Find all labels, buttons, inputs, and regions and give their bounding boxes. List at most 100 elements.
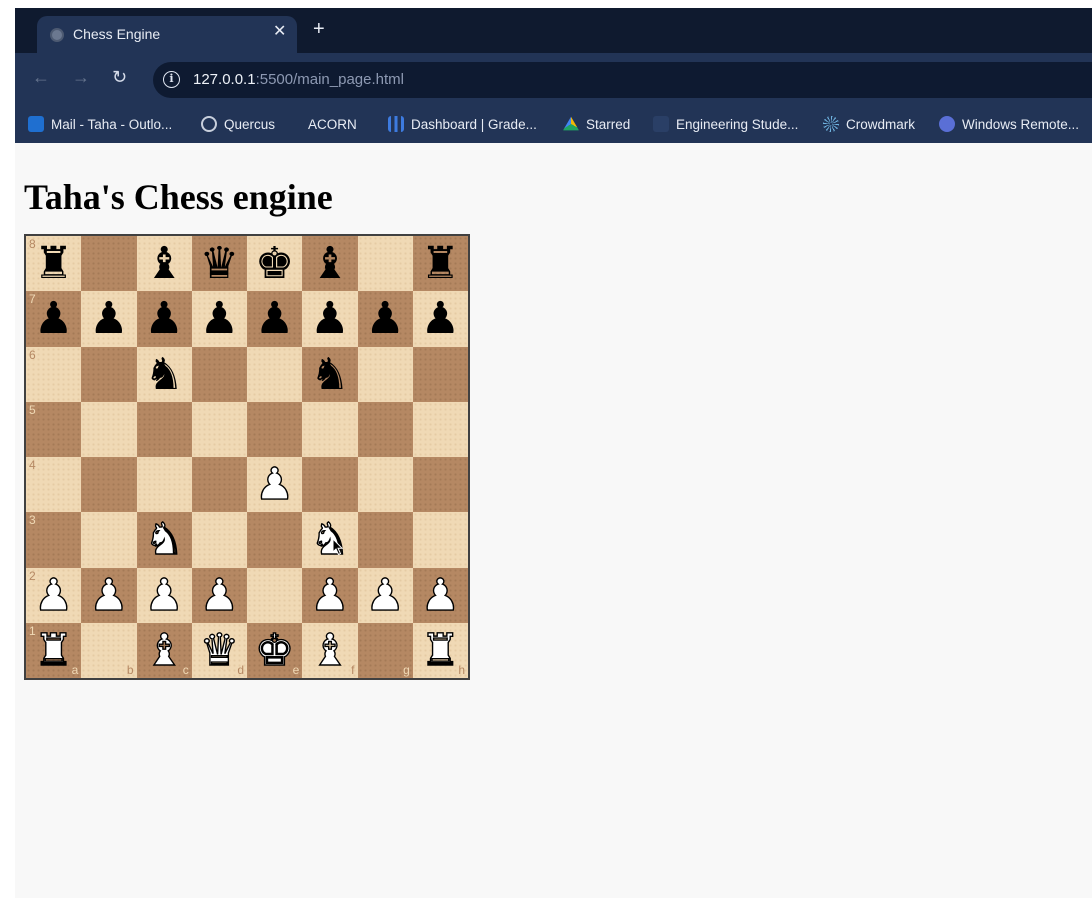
black-rook-icon[interactable]: ♜	[26, 236, 81, 291]
forward-button[interactable]: →	[72, 67, 90, 87]
black-rook-icon[interactable]: ♜	[413, 236, 468, 291]
white-pawn-icon[interactable]: ♟	[247, 457, 302, 512]
white-pawn-icon[interactable]: ♟	[137, 568, 192, 623]
square-g4[interactable]	[357, 457, 413, 513]
square-h4[interactable]	[412, 457, 468, 513]
bookmark-windows[interactable]: Windows Remote...	[939, 115, 1079, 133]
square-g3[interactable]	[357, 512, 413, 568]
white-pawn-icon[interactable]: ♟	[81, 568, 136, 623]
square-b4[interactable]	[81, 457, 137, 513]
square-c3[interactable]: ♞	[136, 512, 192, 568]
black-bishop-icon[interactable]: ♝	[302, 236, 357, 291]
bookmark-quercus[interactable]: Quercus	[201, 115, 275, 133]
square-a7[interactable]: 7 ♟	[26, 291, 82, 347]
square-e6[interactable]	[247, 346, 303, 402]
black-pawn-icon[interactable]: ♟	[137, 291, 192, 346]
square-c4[interactable]	[136, 457, 192, 513]
square-f5[interactable]	[302, 401, 358, 457]
tab-chess-engine[interactable]: Chess Engine ✕	[37, 16, 297, 53]
close-icon[interactable]: ✕	[273, 23, 286, 41]
square-b2[interactable]: ♟	[81, 567, 137, 623]
white-bishop-icon[interactable]: ♝	[302, 623, 357, 678]
white-bishop-icon[interactable]: ♝	[137, 623, 192, 678]
square-a6[interactable]: 6	[26, 346, 82, 402]
white-queen-icon[interactable]: ♛	[192, 623, 247, 678]
square-c1[interactable]: c ♝	[136, 622, 192, 678]
square-g6[interactable]	[357, 346, 413, 402]
white-king-icon[interactable]: ♚	[247, 623, 302, 678]
black-queen-icon[interactable]: ♛	[192, 236, 247, 291]
white-pawn-icon[interactable]: ♟	[413, 568, 468, 623]
bookmark-starred[interactable]: Starred	[563, 115, 630, 133]
back-button[interactable]: ←	[32, 67, 50, 87]
square-h5[interactable]	[412, 401, 468, 457]
square-d8[interactable]: ♛	[191, 236, 247, 292]
square-b5[interactable]	[81, 401, 137, 457]
square-h7[interactable]: ♟	[412, 291, 468, 347]
white-knight-icon[interactable]: ♞	[137, 512, 192, 567]
square-g7[interactable]: ♟	[357, 291, 413, 347]
white-pawn-icon[interactable]: ♟	[358, 568, 413, 623]
square-f3[interactable]: ♞	[302, 512, 358, 568]
square-c8[interactable]: ♝	[136, 236, 192, 292]
square-h3[interactable]	[412, 512, 468, 568]
new-tab-button[interactable]: +	[313, 19, 325, 39]
square-e5[interactable]	[247, 401, 303, 457]
square-f7[interactable]: ♟	[302, 291, 358, 347]
white-rook-icon[interactable]: ♜	[413, 623, 468, 678]
square-c5[interactable]	[136, 401, 192, 457]
black-bishop-icon[interactable]: ♝	[137, 236, 192, 291]
square-a1[interactable]: 1 a ♜	[26, 622, 82, 678]
bookmark-acorn[interactable]: ACORN	[308, 115, 357, 133]
square-e7[interactable]: ♟	[247, 291, 303, 347]
square-c2[interactable]: ♟	[136, 567, 192, 623]
square-d7[interactable]: ♟	[191, 291, 247, 347]
white-rook-icon[interactable]: ♜	[26, 623, 81, 678]
square-e2[interactable]	[247, 567, 303, 623]
square-b1[interactable]: b	[81, 622, 137, 678]
bookmark-crowdmark[interactable]: Crowdmark	[823, 115, 915, 133]
chess-board[interactable]: 8 ♜ ♝ ♛ ♚ ♝ ♜ 7 ♟ ♟ ♟ ♟ ♟ ♟ ♟ ♟ 6 ♞ ♞ 5 4 ♟ 3 ♞ ♞ 2 ♟ ♟ ♟ ♟ ♟ ♟ ♟ 1 a ♜ b c ♝ d…	[26, 236, 468, 678]
black-pawn-icon[interactable]: ♟	[247, 291, 302, 346]
black-pawn-icon[interactable]: ♟	[413, 291, 468, 346]
square-f8[interactable]: ♝	[302, 236, 358, 292]
bookmark-mail[interactable]: Mail - Taha - Outlo...	[28, 115, 172, 133]
black-knight-icon[interactable]: ♞	[302, 347, 357, 402]
square-d6[interactable]	[191, 346, 247, 402]
square-g8[interactable]	[357, 236, 413, 292]
square-b8[interactable]	[81, 236, 137, 292]
square-g2[interactable]: ♟	[357, 567, 413, 623]
square-a8[interactable]: 8 ♜	[26, 236, 82, 292]
square-a4[interactable]: 4	[26, 457, 82, 513]
square-b3[interactable]	[81, 512, 137, 568]
square-c6[interactable]: ♞	[136, 346, 192, 402]
address-bar[interactable]: i 127.0.0.1:5500/main_page.html	[153, 62, 1092, 98]
square-h8[interactable]: ♜	[412, 236, 468, 292]
square-d5[interactable]	[191, 401, 247, 457]
black-pawn-icon[interactable]: ♟	[302, 291, 357, 346]
reload-button[interactable]: ↻	[112, 67, 127, 87]
square-b6[interactable]	[81, 346, 137, 402]
square-a2[interactable]: 2 ♟	[26, 567, 82, 623]
white-knight-icon[interactable]: ♞	[302, 512, 357, 567]
square-h6[interactable]	[412, 346, 468, 402]
square-e3[interactable]	[247, 512, 303, 568]
square-d3[interactable]	[191, 512, 247, 568]
square-f1[interactable]: f ♝	[302, 622, 358, 678]
square-f4[interactable]	[302, 457, 358, 513]
square-g5[interactable]	[357, 401, 413, 457]
site-info-icon[interactable]: i	[163, 71, 180, 88]
square-e4[interactable]: ♟	[247, 457, 303, 513]
black-pawn-icon[interactable]: ♟	[26, 291, 81, 346]
square-a5[interactable]: 5	[26, 401, 82, 457]
square-f2[interactable]: ♟	[302, 567, 358, 623]
square-c7[interactable]: ♟	[136, 291, 192, 347]
url-text[interactable]: 127.0.0.1:5500/main_page.html	[193, 71, 404, 88]
square-h2[interactable]: ♟	[412, 567, 468, 623]
square-h1[interactable]: h ♜	[412, 622, 468, 678]
square-g1[interactable]: g	[357, 622, 413, 678]
black-knight-icon[interactable]: ♞	[137, 347, 192, 402]
square-e8[interactable]: ♚	[247, 236, 303, 292]
white-pawn-icon[interactable]: ♟	[302, 568, 357, 623]
square-a3[interactable]: 3	[26, 512, 82, 568]
